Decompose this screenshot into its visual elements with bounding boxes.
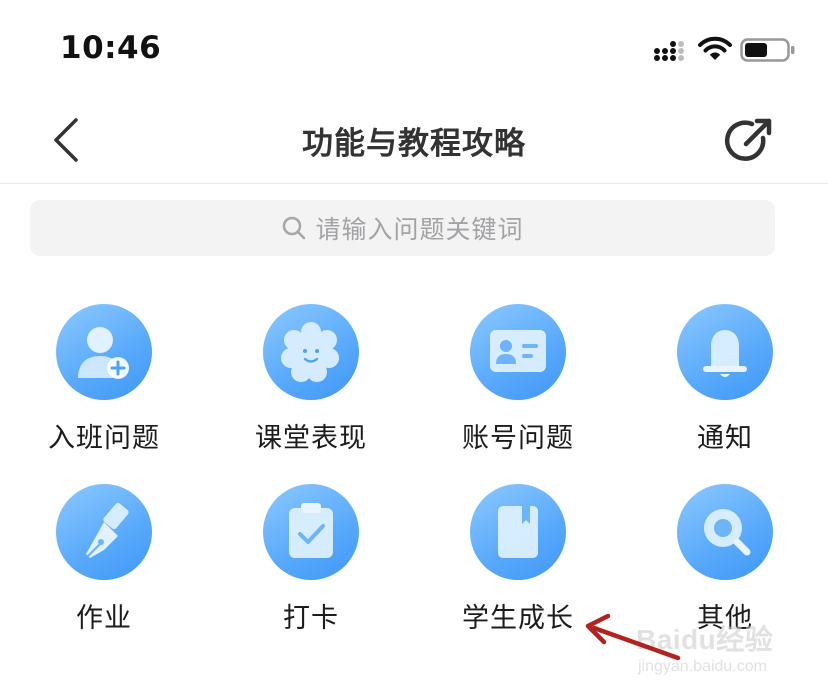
id-card-icon <box>490 330 546 372</box>
category-check-in[interactable]: 打卡 <box>211 484 411 654</box>
category-join-class[interactable]: 入班问题 <box>4 304 204 474</box>
flower-face-icon <box>281 322 339 382</box>
category-label: 打卡 <box>283 603 339 634</box>
status-bar: 10:46 <box>0 0 828 96</box>
annotation-arrow-icon <box>580 610 690 670</box>
wifi-icon <box>698 36 732 62</box>
category-label: 入班问题 <box>48 423 160 454</box>
search-input[interactable]: 请输入问题关键词 <box>30 200 775 256</box>
status-time: 10:46 <box>60 30 162 66</box>
pen-nib-icon <box>86 502 129 558</box>
book-icon <box>498 506 538 558</box>
search-placeholder: 请输入问题关键词 <box>315 215 524 244</box>
category-label: 账号问题 <box>462 423 574 454</box>
category-homework[interactable]: 作业 <box>4 484 204 654</box>
category-account[interactable]: 账号问题 <box>418 304 618 474</box>
clipboard-check-icon <box>289 503 333 558</box>
category-label: 作业 <box>76 603 132 634</box>
bell-icon <box>703 330 747 377</box>
cellular-signal-icon <box>654 40 688 62</box>
category-label: 通知 <box>697 423 753 454</box>
share-button[interactable] <box>724 116 774 166</box>
page-title: 功能与教程攻略 <box>302 126 526 162</box>
navigation-bar: 功能与教程攻略 <box>0 96 828 184</box>
search-icon <box>283 216 306 240</box>
category-class-performance[interactable]: 课堂表现 <box>211 304 411 474</box>
share-out-icon <box>724 118 772 161</box>
category-notice[interactable]: 通知 <box>625 304 825 474</box>
category-label: 课堂表现 <box>255 423 367 454</box>
add-user-icon <box>78 327 129 379</box>
battery-icon <box>740 37 796 63</box>
magnifier-icon <box>704 509 751 556</box>
